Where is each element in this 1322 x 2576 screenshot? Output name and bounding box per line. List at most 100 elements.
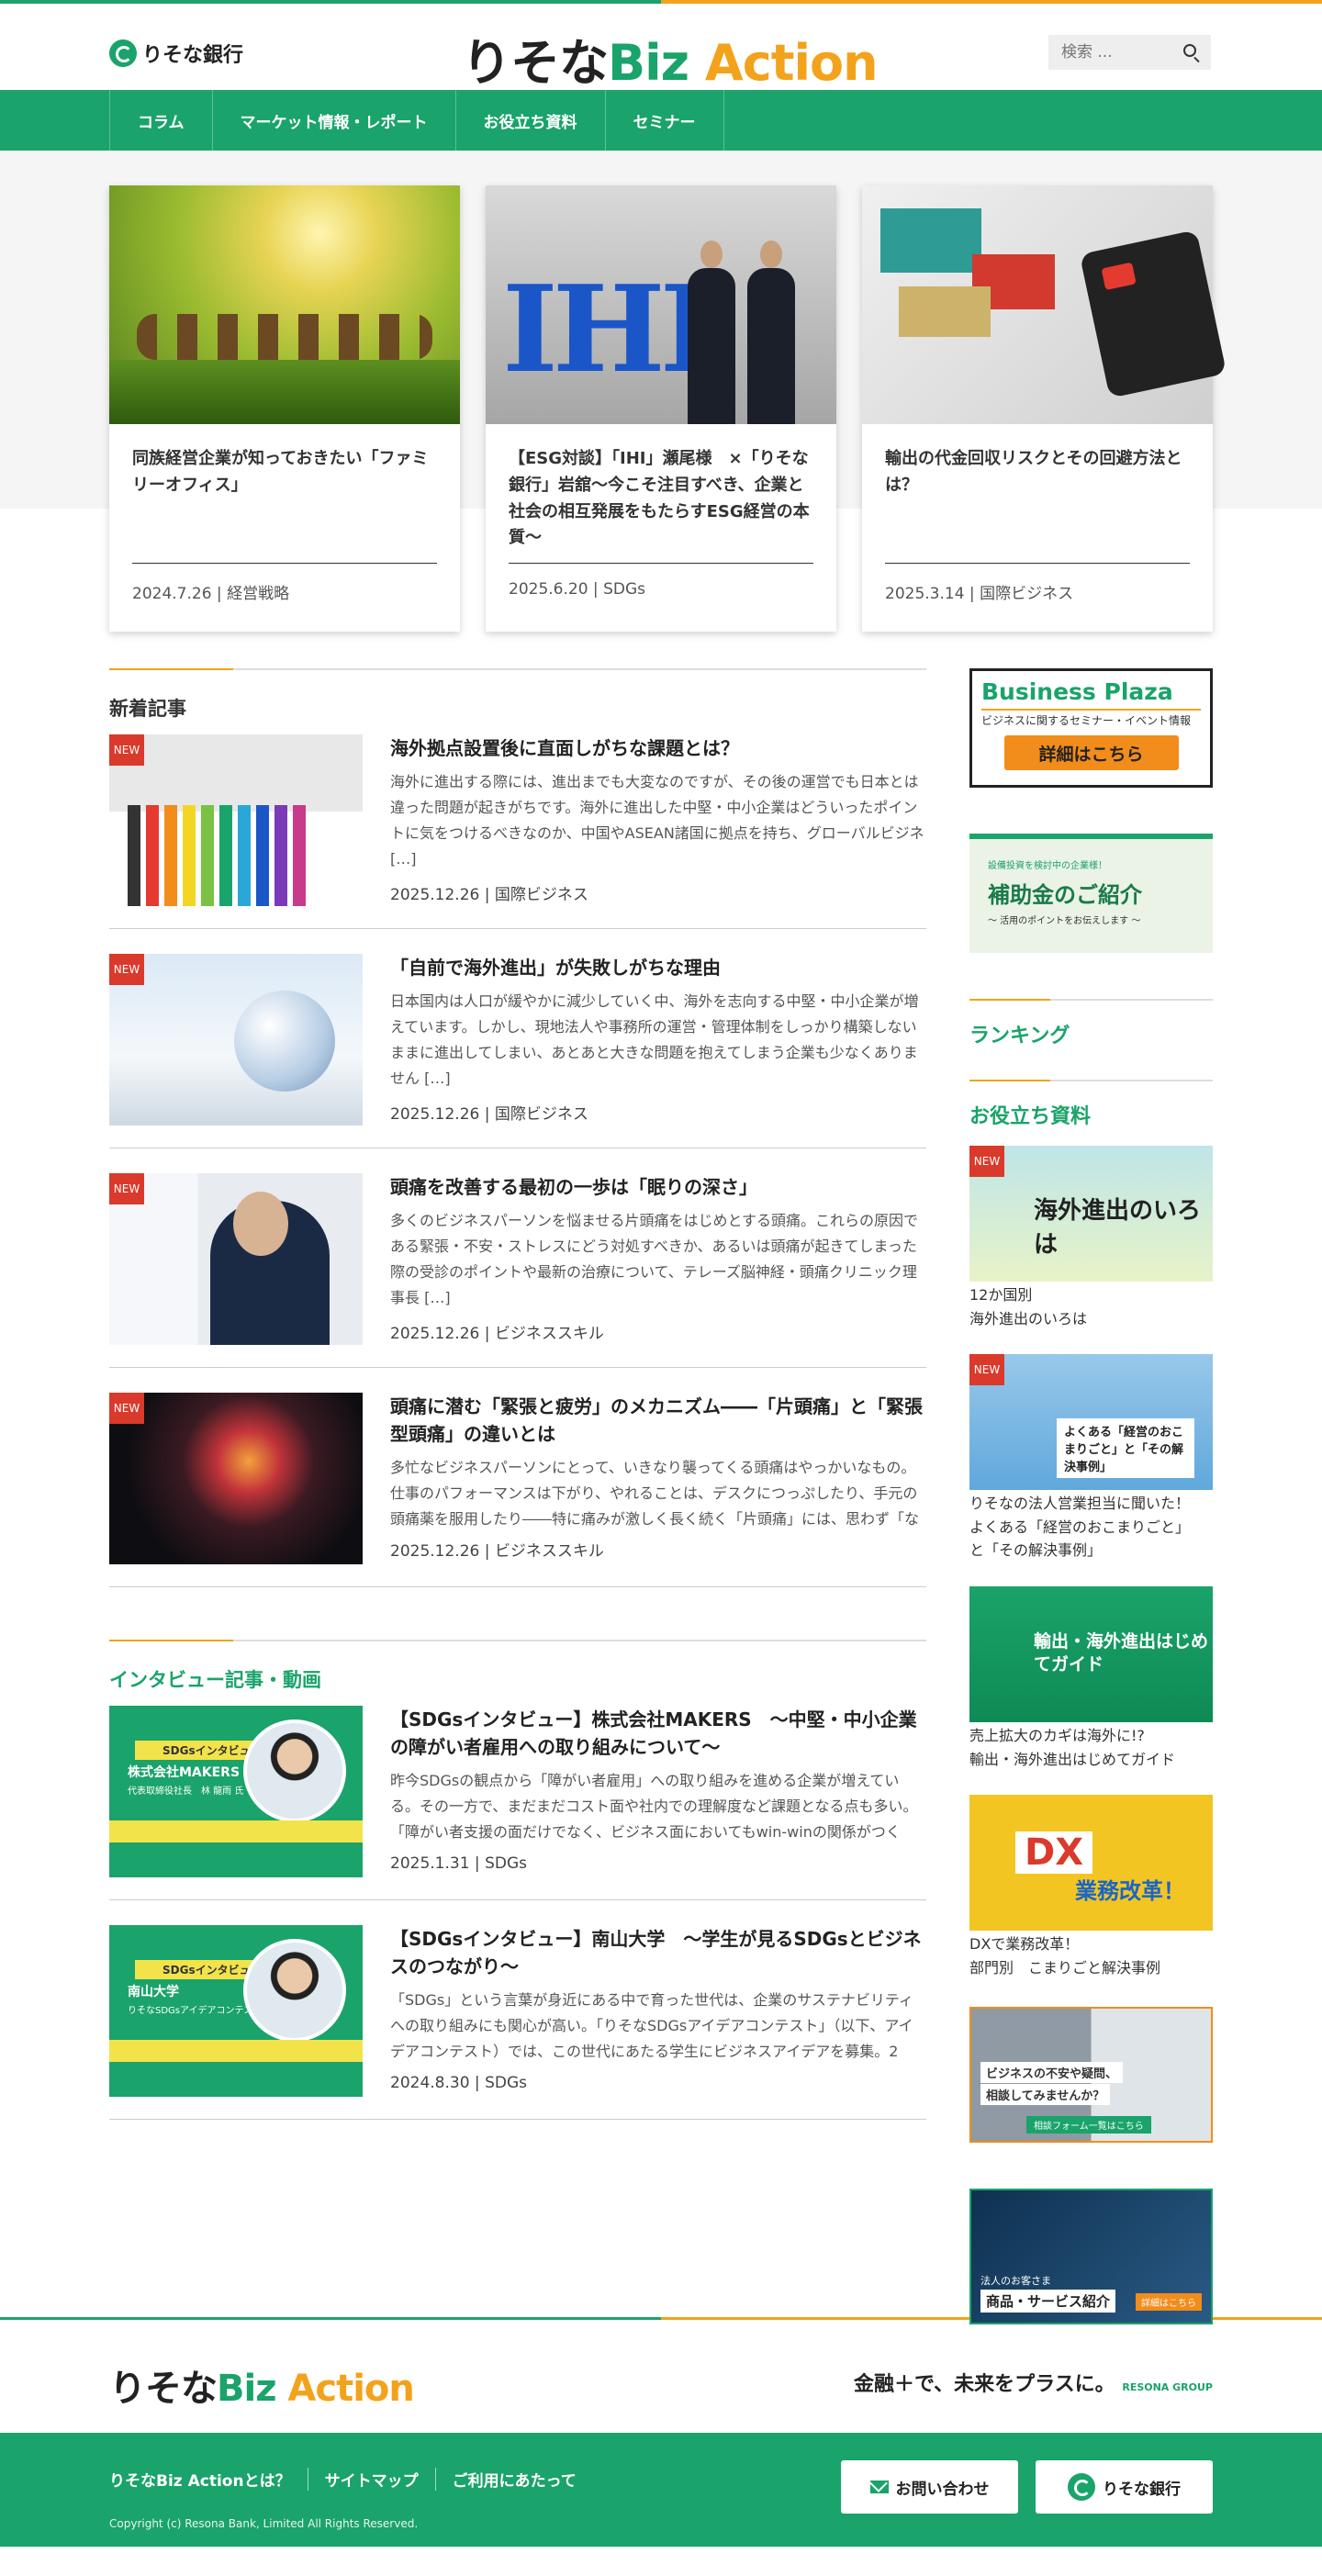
new-badge: NEW <box>109 1173 144 1204</box>
site-logo[interactable]: りそなBiz Action <box>462 22 879 95</box>
footer-logo[interactable]: りそなBiz Action <box>109 2358 415 2412</box>
site-logo-biz: Biz <box>608 34 705 92</box>
consult-button[interactable]: 相談フォーム一覧はこちら <box>1026 2116 1151 2134</box>
resource-title-line: 部門別 こまりごと解決事例 <box>969 1958 1161 1977</box>
thumb-band <box>109 2040 363 2062</box>
resource-item[interactable]: NEW 海外進出のいろは 12か国別 海外進出のいろは <box>969 1146 1213 1330</box>
featured-title: 【ESG対談】「IHI」瀬尾様 ×「りそな銀行」岩舘～今こそ注目すべき、企業と社… <box>509 449 810 548</box>
site-footer: りそなBiz Action 金融＋で、未来をプラスに。 RESONA GROUP… <box>0 2317 1322 2547</box>
interview-thumb-title: 南山大学 <box>128 1985 179 1999</box>
search-icon[interactable] <box>1183 44 1196 57</box>
pencil-shape <box>219 805 232 906</box>
footer-link-about[interactable]: りそなBiz Actionとは？ <box>109 2468 308 2491</box>
article-title[interactable]: 【SDGsインタビュー】株式会社MAKERS ～中堅・中小企業の障がい者雇用への… <box>390 1706 926 1761</box>
interview-heading: インタビュー記事・動画 <box>109 1640 926 1706</box>
footer-bottom: りそなBiz Actionとは？ サイトマップ ご利用にあたって Copyrig… <box>0 2433 1322 2547</box>
article-item[interactable]: NEW 海外拠点設置後に直面しがちな課題とは？ 海外に進出する際には、進出までも… <box>109 734 926 929</box>
resona-mark-icon <box>1068 2473 1095 2501</box>
featured-card[interactable]: 同族経営企業が知っておきたい「ファミリーオフィス」 2024.7.26 | 経営… <box>109 185 460 632</box>
ranking-heading[interactable]: ランキング <box>969 999 1213 1080</box>
business-plaza-button[interactable]: 詳細はこちら <box>1003 735 1179 770</box>
featured-card[interactable]: 輸出の代金回収リスクとその回避方法とは？ 2025.3.14 | 国際ビジネス <box>862 185 1227 632</box>
person-shape <box>688 241 735 424</box>
business-plaza-title: Business Plaza <box>981 678 1173 705</box>
article-body: 頭痛に潜む「緊張と疲労」のメカニズム――「片頭痛」と「緊張型頭痛」の違いとは 多… <box>363 1393 926 1564</box>
resource-image-text: 業務改革！ <box>1075 1878 1185 1905</box>
business-plaza-banner[interactable]: Business Plaza ビジネスに関するセミナー・イベント情報 詳細はこち… <box>969 668 1213 788</box>
container-shape <box>899 286 991 337</box>
article-excerpt: 昨今SDGsの観点から「障がい者雇用」への取り組みを進める企業が増えている。その… <box>390 1772 918 1841</box>
nav-item-column[interactable]: コラム <box>109 90 212 151</box>
interview-item[interactable]: SDGsインタビュー 南山大学 りそなSDGsアイデアコンテスト2023 【SD… <box>109 1925 926 2120</box>
article-item[interactable]: NEW 「自前で海外進出」が失敗しがちな理由 日本国内は人口が緩やかに減少してい… <box>109 954 926 1148</box>
article-excerpt: 多くのビジネスパーソンを悩ませる片頭痛をはじめとする頭痛。これらの原因である緊張… <box>390 1212 919 1306</box>
article-date: 2025.1.31 <box>390 1854 470 1873</box>
featured-category: 国際ビジネス <box>980 585 1074 603</box>
featured-card[interactable]: IHI 【ESG対談】「IHI」瀬尾様 ×「りそな銀行」岩舘～今こそ注目すべき、… <box>486 185 836 632</box>
article-date: 2025.12.26 <box>390 1325 480 1343</box>
person-shape <box>747 241 795 424</box>
nav-item-market[interactable]: マーケット情報・レポート <box>211 90 455 151</box>
resource-item[interactable]: 輸出・海外進出はじめてガイド 売上拡大のカギは海外に!? 輸出・海外進出はじめて… <box>969 1585 1213 1771</box>
container-shape <box>880 208 981 273</box>
footer-tagline: 金融＋で、未来をプラスに。 RESONA GROUP <box>854 2368 1213 2397</box>
consult-banner[interactable]: ビジネスの不安や疑問、 相談してみませんか？ 相談フォーム一覧はこちら <box>969 2007 1213 2144</box>
resource-title-line: 海外進出のいろは <box>969 1309 1088 1327</box>
search-input[interactable] <box>1048 43 1168 62</box>
article-thumbnail: NEW <box>109 1393 363 1564</box>
subsidy-banner[interactable]: 設備投資を検討中の企業様！ 補助金のご紹介 ～ 活用のポイントをお伝えします ～ <box>969 834 1213 953</box>
new-badge: NEW <box>109 734 144 766</box>
resource-title-line: よくある「経営のおこまりごと」 <box>969 1518 1191 1536</box>
resona-bank-button-label: りそな銀行 <box>1103 2480 1181 2499</box>
resource-image-text: DX <box>1015 1831 1093 1875</box>
pencil-shape <box>183 805 196 906</box>
resource-title: 売上拡大のカギは海外に!? 輸出・海外進出はじめてガイド <box>969 1724 1213 1771</box>
article-title[interactable]: 海外拠点設置後に直面しがちな課題とは？ <box>390 734 926 762</box>
resource-item[interactable]: DX 業務改革！ DXで業務改革！ 部門別 こまりごと解決事例 <box>969 1795 1213 1979</box>
contact-button[interactable]: お問い合わせ <box>841 2460 1018 2514</box>
footer-tagline-group: RESONA GROUP <box>1122 2381 1213 2393</box>
portrait-shape <box>243 1939 346 2042</box>
grass-shape <box>109 360 460 424</box>
interview-item[interactable]: SDGsインタビュー 株式会社MAKERS 代表取締役社長 林 龍雨 氏 【SD… <box>109 1706 926 1900</box>
site-logo-action: Action <box>704 34 879 92</box>
nav-item-resources[interactable]: お役立ち資料 <box>454 90 605 151</box>
resource-image: NEW よくある「経営のおこまりごと」と「その解決事例」 <box>969 1354 1213 1491</box>
article-item[interactable]: NEW 頭痛を改善する最初の一歩は「眠りの深さ」 多くのビジネスパーソンを悩ませ… <box>109 1173 926 1368</box>
resona-bank-button[interactable]: りそな銀行 <box>1036 2460 1213 2514</box>
article-title[interactable]: 頭痛に潜む「緊張と疲労」のメカニズム――「片頭痛」と「緊張型頭痛」の違いとは <box>390 1393 926 1448</box>
sidebar: Business Plaza ビジネスに関するセミナー・イベント情報 詳細はこち… <box>969 668 1213 2370</box>
article-title[interactable]: 【SDGsインタビュー】南山大学 ～学生が見るSDGsとビジネスのつながり～ <box>390 1925 926 1980</box>
article-meta: 2025.12.26 | ビジネススキル <box>390 1325 604 1343</box>
resource-image: 輸出・海外進出はじめてガイド <box>969 1585 1213 1722</box>
main-column: 新着記事 NEW 海外拠点設置後に直面しがちな課題とは？ 海外に進出する際には、… <box>109 668 926 2145</box>
globe-shape <box>234 991 335 1092</box>
article-title[interactable]: 頭痛を改善する最初の一歩は「眠りの深さ」 <box>390 1173 926 1201</box>
featured-date: 2025.6.20 <box>509 580 588 599</box>
footer-link-terms[interactable]: ご利用にあたって <box>434 2468 593 2491</box>
featured-category: SDGs <box>603 580 645 599</box>
article-title[interactable]: 「自前で海外進出」が失敗しがちな理由 <box>390 954 926 981</box>
article-meta: 2025.12.26 | ビジネススキル <box>390 1542 604 1561</box>
products-banner[interactable]: 法人のお客さま 商品・サービス紹介 詳細はこちら <box>969 2189 1213 2325</box>
nav-item-seminar[interactable]: セミナー <box>604 90 724 151</box>
new-badge: NEW <box>969 1354 1004 1386</box>
resource-item[interactable]: NEW よくある「経営のおこまりごと」と「その解決事例」 りそなの法人営業担当に… <box>969 1354 1213 1562</box>
footer-link-sitemap[interactable]: サイトマップ <box>307 2468 435 2491</box>
calculator-shape <box>1079 230 1227 398</box>
new-articles-heading: 新着記事 <box>109 668 926 734</box>
article-item[interactable]: NEW 頭痛に潜む「緊張と疲労」のメカニズム――「片頭痛」と「緊張型頭痛」の違い… <box>109 1393 926 1587</box>
featured-date: 2024.7.26 <box>132 585 212 603</box>
products-button[interactable]: 詳細はこちら <box>1136 2293 1202 2312</box>
global-nav: コラム マーケット情報・レポート お役立ち資料 セミナー <box>0 90 1322 151</box>
article-excerpt: 多忙なビジネスパーソンにとって、いきなり襲ってくる頭痛はやっかいなもの。仕事のパ… <box>390 1459 920 1528</box>
pencil-shape <box>201 805 214 906</box>
thumb-band <box>109 1820 363 1842</box>
consult-line1: ビジネスの不安や疑問、 <box>980 2062 1124 2084</box>
pencil-shape <box>164 805 177 906</box>
article-thumbnail: NEW <box>109 954 363 1126</box>
mail-icon <box>869 2481 889 2493</box>
resona-bank-logo[interactable]: りそな銀行 <box>109 39 243 68</box>
article-category: 国際ビジネス <box>494 886 588 904</box>
